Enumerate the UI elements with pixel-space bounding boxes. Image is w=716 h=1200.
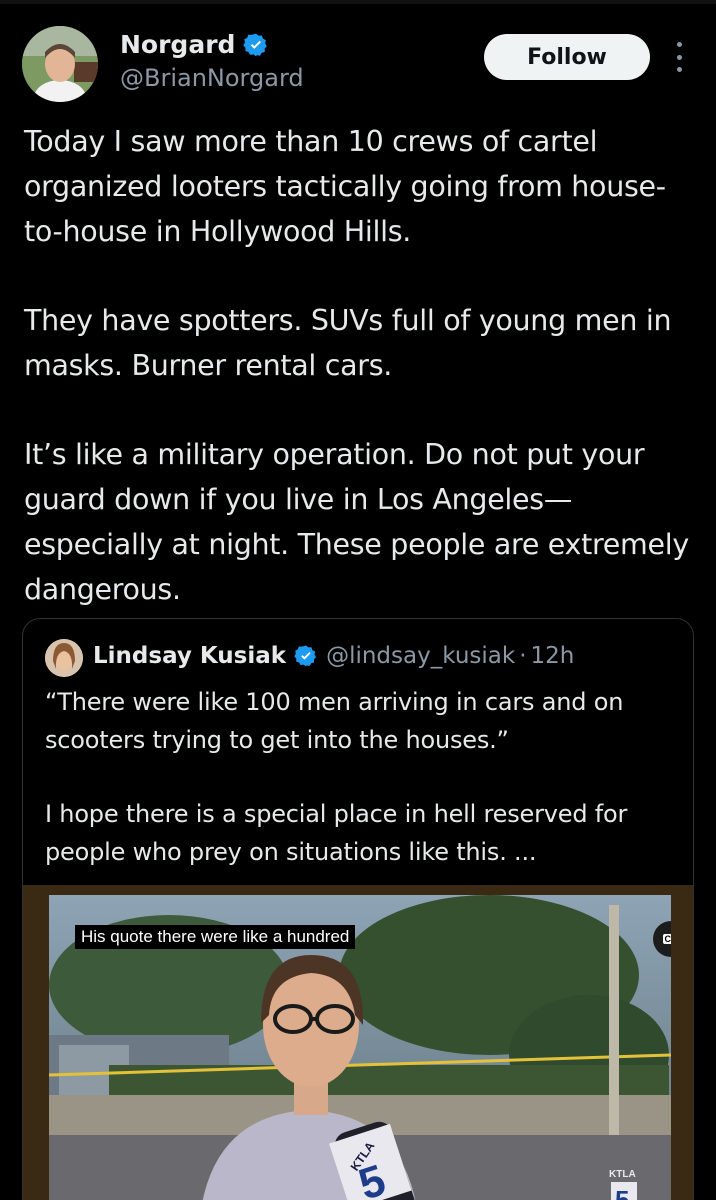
quoted-separator: · xyxy=(519,643,527,669)
quoted-text: “There were like 100 men arriving in car… xyxy=(45,683,675,871)
quoted-header: Lindsay Kusiak @lindsay_kusiak · 12h xyxy=(93,643,574,669)
author-avatar[interactable] xyxy=(22,26,98,102)
follow-button[interactable]: Follow xyxy=(484,34,650,80)
video-frame: KTLA 5 KTLA 5 His quote there were like … xyxy=(49,895,671,1200)
corner-channel-number: 5 xyxy=(615,1185,629,1200)
post-paragraph-1: Today I saw more than 10 crews of cartel… xyxy=(24,125,666,248)
quoted-verified-badge-icon xyxy=(294,645,317,667)
video-caption: His quote there were like a hundred xyxy=(75,925,356,949)
more-options-icon[interactable] xyxy=(670,42,688,72)
verified-badge-icon xyxy=(243,33,268,56)
author-name-text[interactable]: Norgard xyxy=(120,30,235,59)
quoted-author-name[interactable]: Lindsay Kusiak xyxy=(93,643,286,669)
cc-label: CC xyxy=(662,934,671,944)
quoted-paragraph-1: “There were like 100 men arriving in car… xyxy=(45,688,624,754)
corner-station-logo: KTLA xyxy=(609,1169,636,1180)
quoted-video[interactable]: KTLA 5 KTLA 5 His quote there were like … xyxy=(23,885,693,1200)
top-divider xyxy=(0,0,716,4)
quoted-paragraph-2: I hope there is a special place in hell … xyxy=(45,800,628,866)
author-name[interactable]: Norgard xyxy=(120,30,269,59)
post-paragraph-2: They have spotters. SUVs full of young m… xyxy=(24,304,672,382)
quoted-post-card[interactable]: Lindsay Kusiak @lindsay_kusiak · 12h “Th… xyxy=(22,618,694,1200)
quoted-timestamp[interactable]: 12h xyxy=(531,643,575,669)
author-handle[interactable]: @BrianNorgard xyxy=(120,64,304,92)
post-text: Today I saw more than 10 crews of cartel… xyxy=(24,119,700,612)
quoted-author-avatar[interactable] xyxy=(45,639,83,677)
post-paragraph-3: It’s like a military operation. Do not p… xyxy=(24,438,689,606)
quoted-author-handle[interactable]: @lindsay_kusiak xyxy=(326,643,515,669)
